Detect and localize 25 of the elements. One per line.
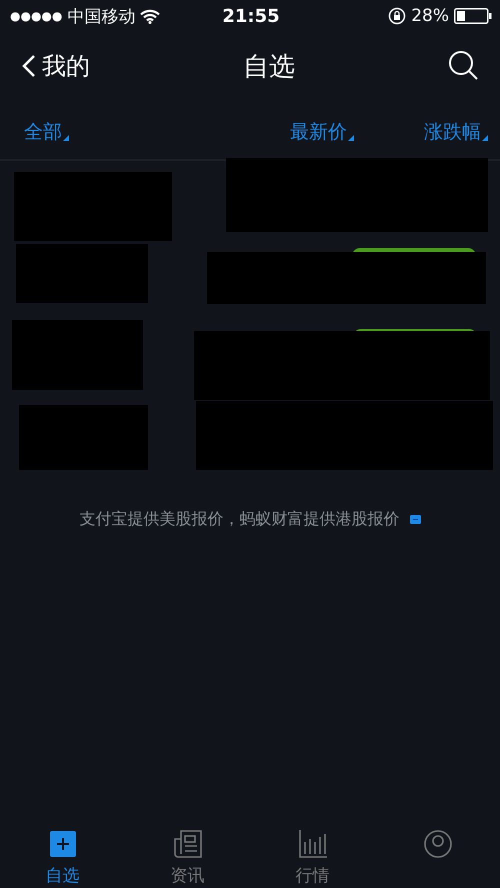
sort-icon	[348, 134, 354, 140]
column-header[interactable]: 全部	[24, 118, 69, 144]
rotation-lock-icon	[388, 7, 406, 25]
back-button[interactable]: 我的	[22, 50, 90, 82]
column-header[interactable]: 最新价	[290, 118, 354, 144]
column-header[interactable]: 涨跌幅	[424, 118, 488, 144]
bar-chart-icon	[296, 828, 328, 860]
newspaper-icon	[172, 828, 204, 860]
sort-icon	[63, 134, 69, 140]
quote-source-note: 支付宝提供美股报价，蚂蚁财富提供港股报价	[80, 509, 400, 530]
tab-item[interactable]: 自选	[0, 808, 125, 888]
battery-icon	[454, 8, 492, 24]
chevron-left-icon	[22, 54, 36, 78]
wifi-icon	[140, 8, 160, 24]
battery-percent: 28%	[411, 6, 449, 26]
tab-item[interactable]: 行情	[250, 808, 375, 888]
clock-time: 21:55	[222, 6, 280, 26]
sort-icon	[482, 134, 488, 140]
person-icon	[422, 828, 454, 860]
info-icon	[410, 515, 420, 524]
carrier-name: 中国移动	[67, 6, 136, 28]
signal-dots: ●●●●●	[10, 9, 62, 23]
screen-title: 自选	[243, 50, 295, 84]
search-button[interactable]	[448, 50, 480, 82]
tab-item[interactable]: 资讯	[125, 808, 250, 888]
